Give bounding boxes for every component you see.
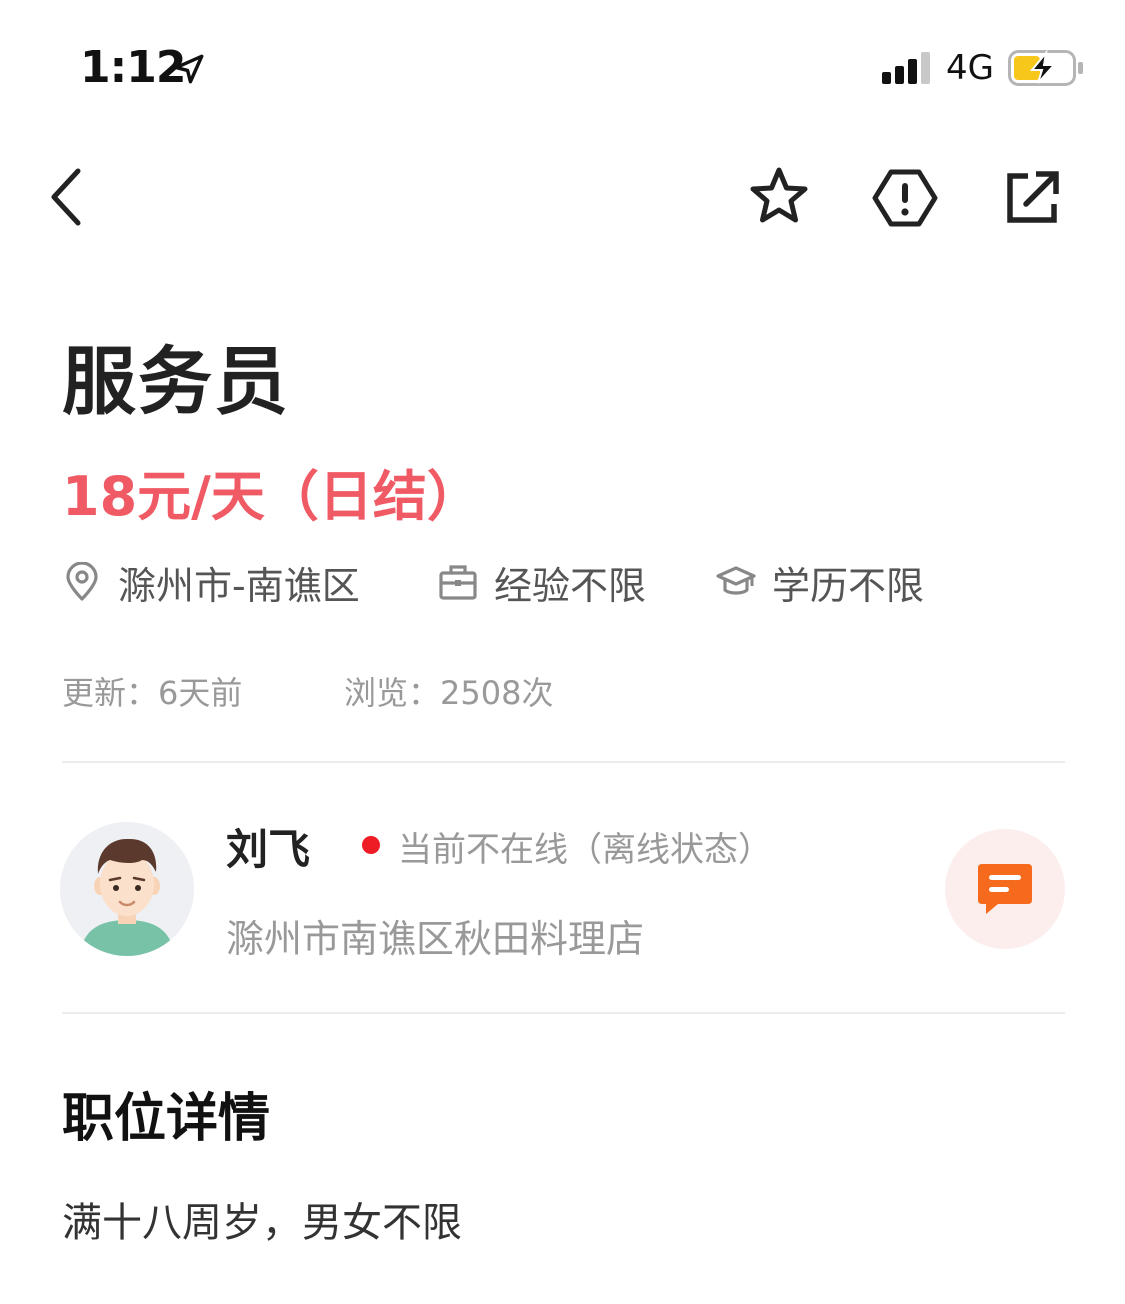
requirement-location-label: 滁州市-南谯区 <box>118 563 360 608</box>
back-button[interactable] <box>42 165 94 229</box>
divider <box>62 1012 1065 1014</box>
avatar-illustration <box>60 822 194 956</box>
battery-charging-icon <box>1008 50 1083 86</box>
chat-bubble-icon <box>978 864 1032 914</box>
job-requirements: 滁州市-南谯区 经验不限 学历不限 <box>62 552 1062 612</box>
requirement-education-label: 学历不限 <box>772 563 925 608</box>
report-button[interactable] <box>867 160 943 236</box>
chevron-left-icon <box>51 168 81 226</box>
requirement-location: 滁州市-南谯区 <box>62 552 360 612</box>
recruiter-online-status: 当前不在线（离线状态） <box>398 830 772 870</box>
job-detail-page: 1:12 4G 服务员 18元/天（日结） 滁州市-南谯区 经验不限 学历不限 … <box>0 0 1125 1304</box>
chat-button[interactable] <box>945 829 1065 949</box>
divider <box>62 761 1065 763</box>
job-details-title: 职位详情 <box>62 1089 271 1149</box>
cellular-signal-icon <box>882 52 930 84</box>
cut-off-heading-glyphs <box>62 1292 302 1304</box>
status-dot <box>362 836 380 854</box>
requirement-experience: 经验不限 <box>438 552 646 612</box>
requirement-education: 学历不限 <box>716 552 924 612</box>
star-outline-icon <box>750 167 808 223</box>
job-detail-line: 满十八周岁，男女不限 <box>62 1200 462 1246</box>
network-type: 4G <box>946 48 994 88</box>
view-count: 浏览：2508次 <box>344 674 554 712</box>
job-title: 服务员 <box>62 339 290 425</box>
requirement-experience-label: 经验不限 <box>494 563 647 608</box>
cut-off-heading <box>62 1292 302 1304</box>
recruiter-avatar[interactable] <box>60 822 194 956</box>
status-bar: 1:12 4G <box>0 0 1125 135</box>
share-button[interactable] <box>994 160 1070 236</box>
location-arrow-icon <box>174 54 204 84</box>
update-time: 更新：6天前 <box>62 674 243 712</box>
company-name: 滁州市南谯区秋田料理店 <box>226 917 645 961</box>
exclamation-hexagon-icon <box>872 169 938 227</box>
status-time: 1:12 <box>80 42 186 93</box>
briefcase-icon <box>439 565 477 600</box>
location-pin-icon <box>66 562 98 601</box>
share-external-icon <box>1007 171 1059 223</box>
recruiter-name: 刘飞 <box>226 825 311 874</box>
salary: 18元/天（日结） <box>62 465 481 528</box>
graduation-cap-icon <box>716 566 756 595</box>
favorite-button[interactable] <box>741 160 817 236</box>
